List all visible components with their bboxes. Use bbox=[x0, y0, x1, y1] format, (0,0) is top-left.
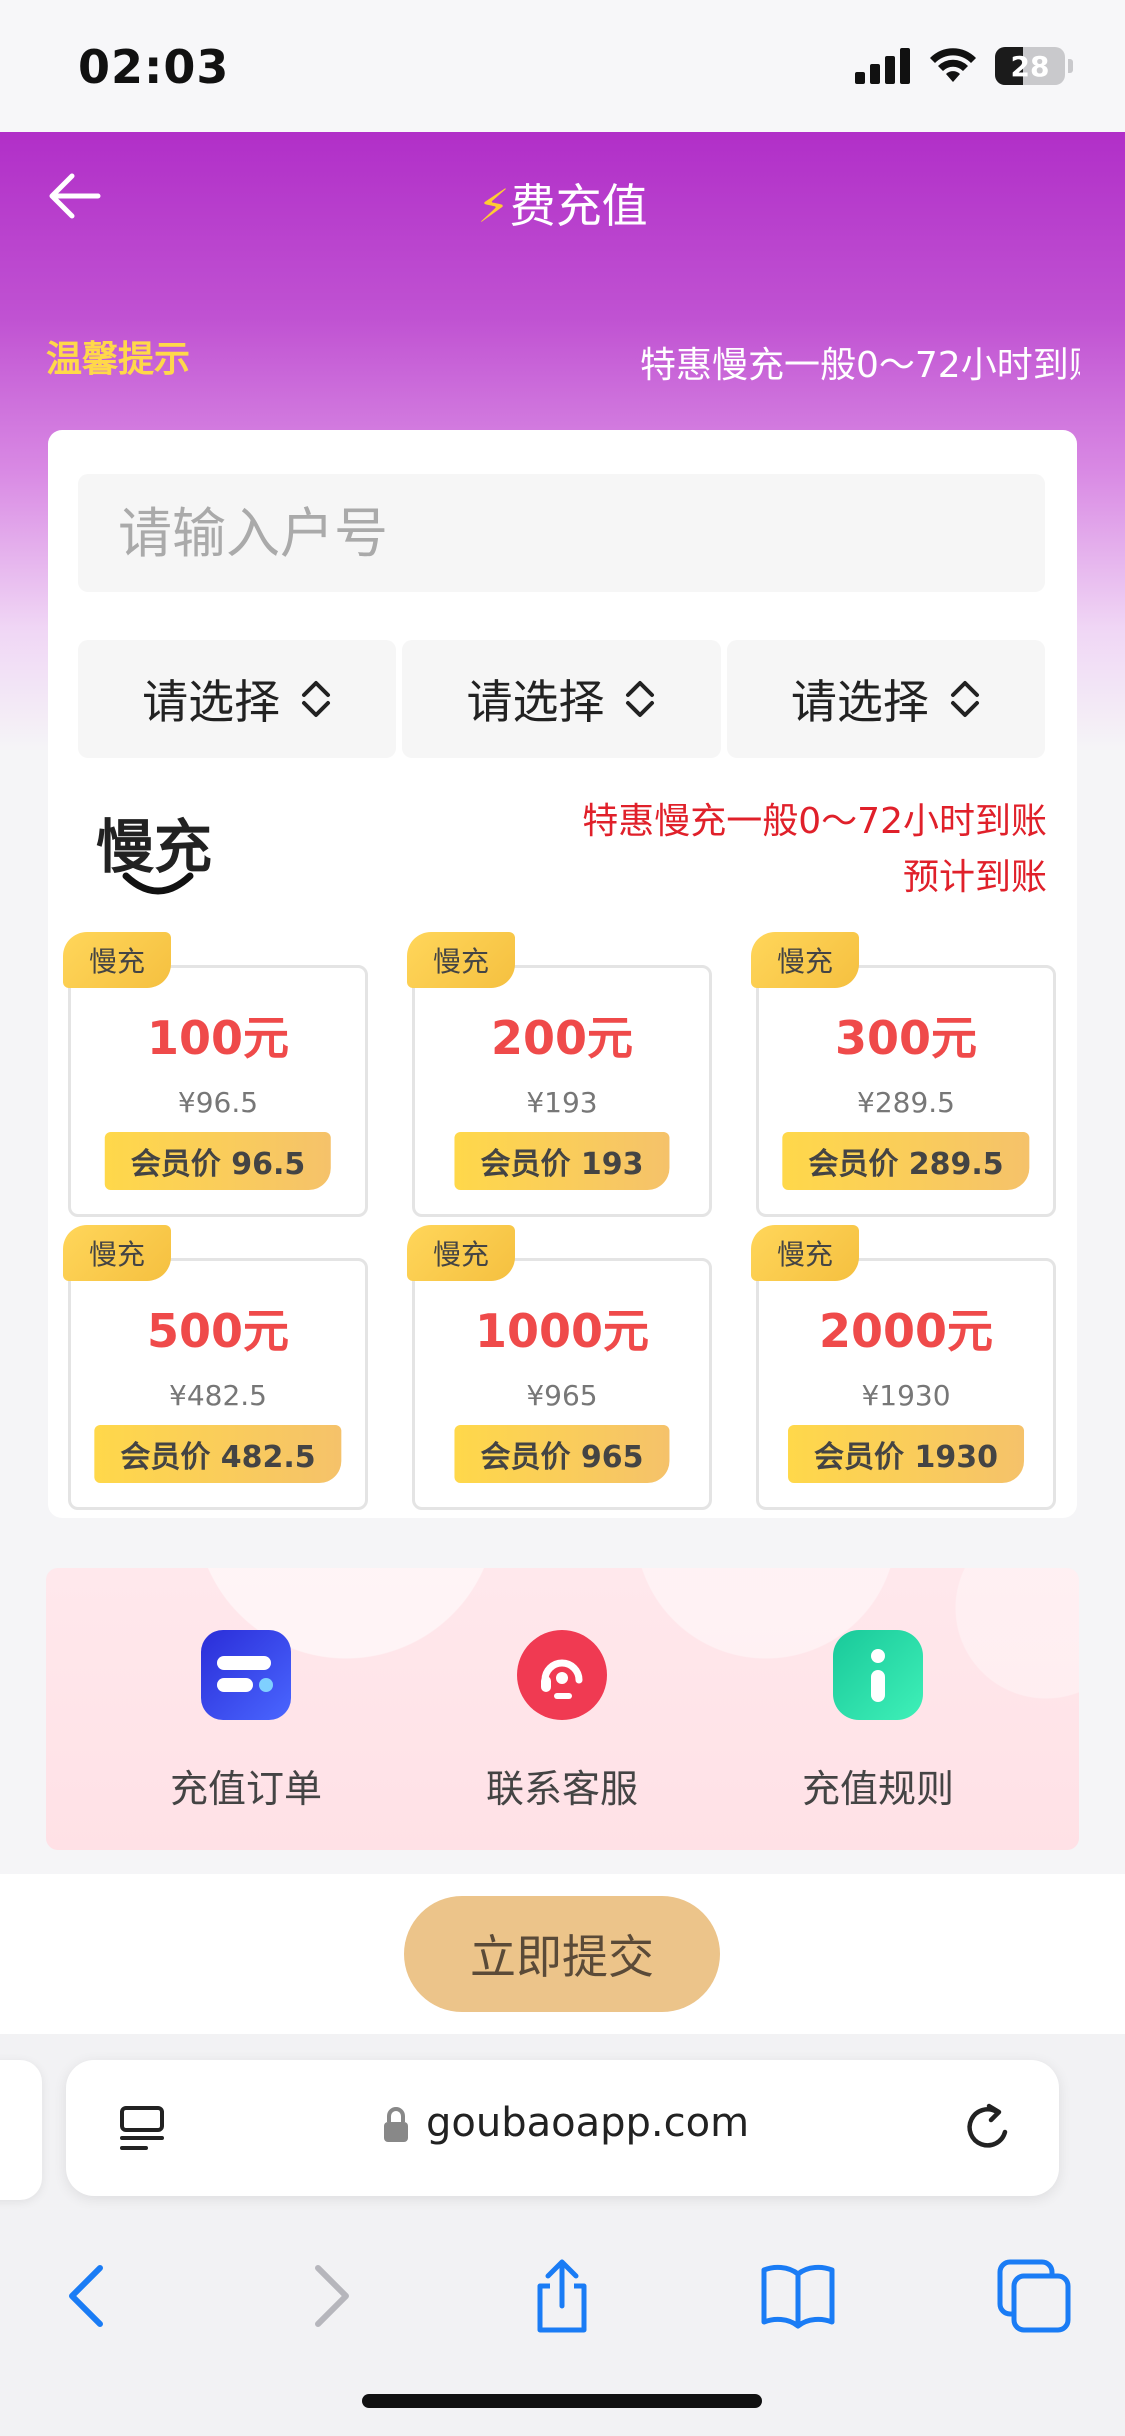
smile-underline-icon bbox=[122, 872, 194, 895]
package-option[interactable]: 慢充 500元 ¥482.5 会员价 482.5 bbox=[63, 1225, 368, 1510]
package-price: ¥96.5 bbox=[177, 1086, 259, 1119]
updown-chevron-icon bbox=[302, 681, 331, 717]
browser-chrome: goubaoapp.com bbox=[0, 2034, 1125, 2436]
status-bar: 02:03 28 bbox=[0, 0, 1125, 132]
info-icon bbox=[833, 1630, 923, 1720]
quick-link-label: 联系客服 bbox=[485, 1767, 638, 1811]
package-option[interactable]: 慢充 2000元 ¥1930 会员价 1930 bbox=[751, 1225, 1056, 1510]
package-amount: 500元 bbox=[146, 1304, 290, 1358]
page-menu-icon[interactable] bbox=[114, 2100, 170, 2156]
url-text: goubaoapp.com bbox=[426, 2100, 750, 2146]
member-price-badge: 会员价 482.5 bbox=[94, 1425, 342, 1483]
previous-tab-peek[interactable] bbox=[0, 2060, 42, 2200]
package-amount: 300元 bbox=[834, 1011, 978, 1065]
package-grid: 慢充 100元 ¥96.5 会员价 96.5 慢充 200元 ¥193 会员价 … bbox=[63, 932, 1058, 1510]
package-option[interactable]: 慢充 200元 ¥193 会员价 193 bbox=[407, 932, 712, 1217]
selector-row: 请选择 请选择 请选择 bbox=[78, 640, 1045, 758]
reload-icon[interactable] bbox=[959, 2098, 1019, 2158]
package-tag: 慢充 bbox=[63, 1225, 171, 1281]
home-indicator bbox=[362, 2394, 762, 2408]
customer-service-icon bbox=[517, 1630, 607, 1720]
package-tag: 慢充 bbox=[407, 1225, 515, 1281]
updown-chevron-icon bbox=[950, 681, 979, 717]
package-price: ¥193 bbox=[526, 1086, 598, 1119]
page-title-text: 费充值 bbox=[509, 179, 648, 233]
account-number-input[interactable] bbox=[78, 474, 1045, 592]
tabs-icon[interactable] bbox=[994, 2256, 1074, 2336]
member-price-badge: 会员价 193 bbox=[454, 1132, 670, 1190]
package-amount: 2000元 bbox=[818, 1304, 994, 1358]
battery-level: 28 bbox=[1010, 49, 1050, 83]
submit-button[interactable]: 立即提交 bbox=[404, 1896, 720, 2012]
select-label: 请选择 bbox=[790, 675, 929, 729]
package-tag: 慢充 bbox=[751, 1225, 859, 1281]
package-tag: 慢充 bbox=[63, 932, 171, 988]
member-price-badge: 会员价 1930 bbox=[788, 1425, 1024, 1483]
package-price: ¥1930 bbox=[861, 1379, 951, 1412]
package-option[interactable]: 慢充 1000元 ¥965 会员价 965 bbox=[407, 1225, 712, 1510]
wifi-icon bbox=[930, 48, 976, 82]
type-select[interactable]: 请选择 bbox=[726, 640, 1045, 758]
order-icon bbox=[201, 1630, 291, 1720]
member-price-badge: 会员价 96.5 bbox=[104, 1132, 332, 1190]
forward-chevron-icon[interactable] bbox=[290, 2256, 370, 2336]
package-price: ¥965 bbox=[526, 1379, 598, 1412]
browser-toolbar bbox=[0, 2234, 1125, 2374]
quick-links-panel: 充值订单 联系客服 充值规则 bbox=[46, 1568, 1079, 1850]
member-price-badge: 会员价 289.5 bbox=[782, 1132, 1030, 1190]
cellular-signal-icon bbox=[855, 48, 910, 84]
page-title: ⚡费充值 bbox=[0, 170, 1125, 236]
package-amount: 200元 bbox=[490, 1011, 634, 1065]
recharge-orders-link[interactable]: 充值订单 bbox=[146, 1630, 346, 1830]
notice-marquee: 特惠慢充一般0～72小时到账 bbox=[640, 345, 1080, 386]
customer-service-link[interactable]: 联系客服 bbox=[462, 1630, 662, 1830]
share-icon[interactable] bbox=[522, 2256, 602, 2336]
status-icons: 28 bbox=[855, 44, 1073, 88]
package-price: ¥482.5 bbox=[169, 1379, 267, 1412]
lock-icon bbox=[384, 2107, 408, 2142]
arrival-hint-sub: 预计到账 bbox=[902, 857, 1047, 898]
bookmarks-icon[interactable] bbox=[758, 2256, 838, 2336]
city-select[interactable]: 请选择 bbox=[402, 640, 721, 758]
back-chevron-icon[interactable] bbox=[48, 2256, 128, 2336]
quick-link-label: 充值规则 bbox=[801, 1767, 954, 1811]
package-amount: 100元 bbox=[146, 1011, 290, 1065]
member-price-badge: 会员价 965 bbox=[454, 1425, 670, 1483]
quick-link-label: 充值订单 bbox=[169, 1767, 322, 1811]
recharge-card: 请选择 请选择 请选择 慢充 特惠慢充一般0～72小时到账 预计到账 慢充 10… bbox=[48, 430, 1077, 1518]
package-tag: 慢充 bbox=[407, 932, 515, 988]
package-price: ¥289.5 bbox=[857, 1086, 955, 1119]
package-option[interactable]: 慢充 300元 ¥289.5 会员价 289.5 bbox=[751, 932, 1056, 1217]
lightning-icon: ⚡ bbox=[477, 179, 510, 233]
province-select[interactable]: 请选择 bbox=[78, 640, 397, 758]
package-tag: 慢充 bbox=[751, 932, 859, 988]
battery-indicator: 28 bbox=[995, 47, 1073, 85]
recharge-rules-link[interactable]: 充值规则 bbox=[778, 1630, 978, 1830]
address-bar[interactable]: goubaoapp.com bbox=[66, 2060, 1059, 2196]
notice-label: 温馨提示 bbox=[46, 339, 191, 380]
package-option[interactable]: 慢充 100元 ¥96.5 会员价 96.5 bbox=[63, 932, 368, 1217]
submit-bar: 立即提交 bbox=[0, 1874, 1125, 2034]
select-label: 请选择 bbox=[466, 675, 605, 729]
arrival-hint: 特惠慢充一般0～72小时到账 bbox=[582, 801, 1047, 842]
package-amount: 1000元 bbox=[474, 1304, 650, 1358]
updown-chevron-icon bbox=[626, 681, 655, 717]
status-time: 02:03 bbox=[78, 40, 230, 94]
select-label: 请选择 bbox=[142, 675, 281, 729]
